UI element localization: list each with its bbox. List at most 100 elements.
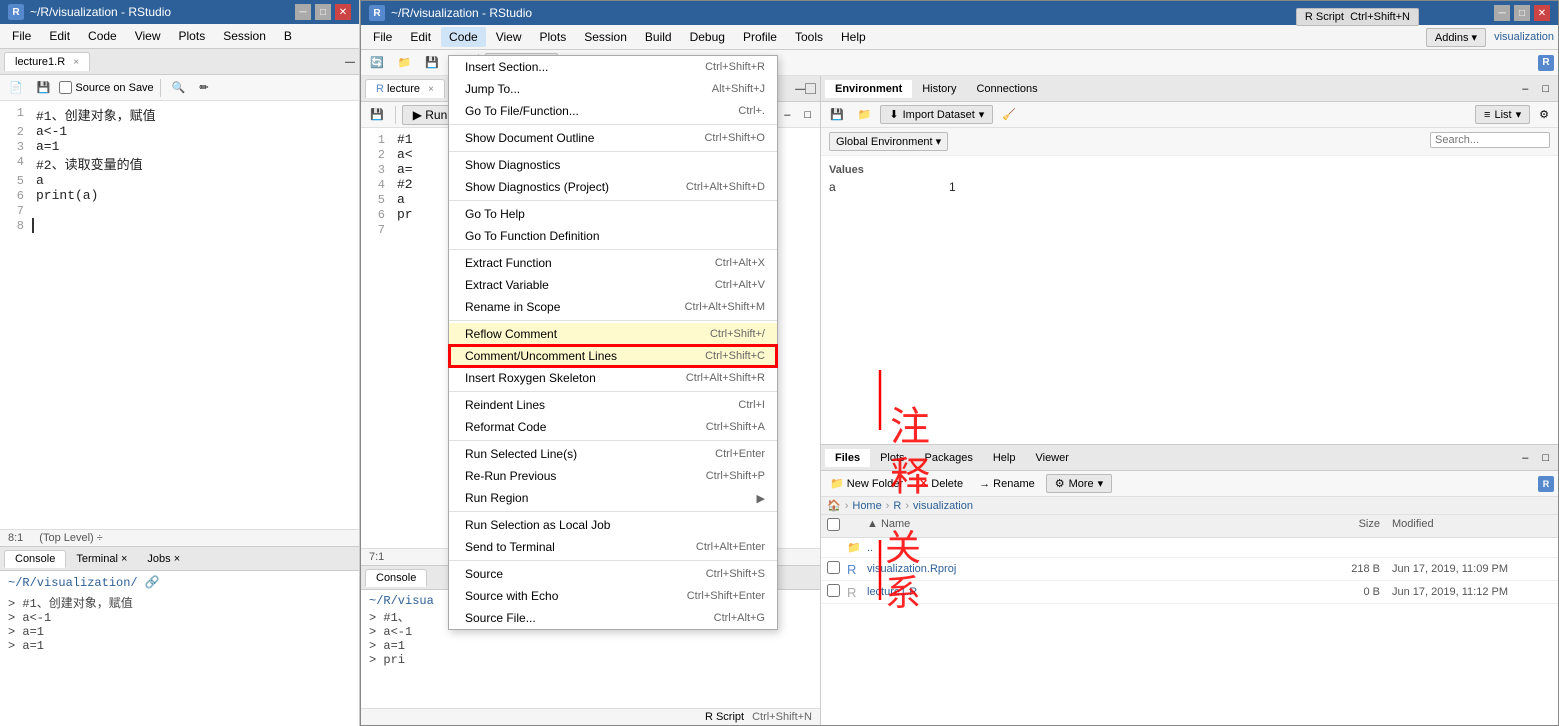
rproj-check[interactable] — [827, 561, 847, 577]
path-link-visualization[interactable]: visualization — [913, 500, 973, 512]
dd-run-region[interactable]: Run Region ▶ — [449, 487, 777, 509]
main-menu-code[interactable]: Code — [441, 27, 486, 47]
main-menu-debug[interactable]: Debug — [682, 27, 733, 47]
addins-button[interactable]: Addins ▾ — [1426, 28, 1486, 47]
global-env-dropdown[interactable]: Global Environment ▾ — [829, 132, 948, 151]
main-maximize-button[interactable]: □ — [1514, 5, 1530, 21]
dd-reformat-code[interactable]: Reformat Code Ctrl+Shift+A — [449, 416, 777, 438]
files-tab-help[interactable]: Help — [983, 449, 1026, 467]
main-editor-tab[interactable]: R lecture × — [365, 79, 445, 98]
env-minimize-btn[interactable]: – — [1517, 81, 1533, 97]
dd-insert-section[interactable]: Insert Section... Ctrl+Shift+R — [449, 56, 777, 78]
dd-source[interactable]: Source Ctrl+Shift+S — [449, 563, 777, 585]
edit-button[interactable]: ✏ — [194, 79, 213, 96]
console-tab-jobs[interactable]: Jobs × — [137, 551, 190, 567]
maximize-button[interactable]: □ — [315, 4, 331, 20]
more-btn[interactable]: ⚙ More ▾ — [1046, 474, 1112, 493]
rproj-name[interactable]: visualization.Rproj — [867, 563, 1312, 575]
new-file-button[interactable]: 🔄 — [365, 54, 389, 71]
menu-session[interactable]: Session — [215, 26, 274, 46]
dd-goto-help[interactable]: Go To Help — [449, 203, 777, 225]
files-minimize-btn[interactable]: – — [1517, 450, 1533, 466]
minimize-button[interactable]: ─ — [295, 4, 311, 20]
env-tab-environment[interactable]: Environment — [825, 80, 912, 98]
open-file-button[interactable]: 📁 — [393, 54, 417, 71]
lecture1-check[interactable] — [827, 584, 847, 600]
dd-run-local-job[interactable]: Run Selection as Local Job — [449, 514, 777, 536]
dd-rerun-prev[interactable]: Re-Run Previous Ctrl+Shift+P — [449, 465, 777, 487]
env-search-input[interactable] — [1430, 132, 1550, 148]
main-expand-btn[interactable]: □ — [805, 78, 816, 99]
dd-extract-variable[interactable]: Extract Variable Ctrl+Alt+V — [449, 274, 777, 296]
import-dataset-btn[interactable]: ⬇ Import Dataset ▾ — [880, 105, 993, 124]
console-body[interactable]: ~/R/visualization/ 🔗 > #1、创建对象，赋值 > a<-1… — [0, 571, 359, 726]
save-all-button[interactable]: 💾 — [420, 54, 444, 71]
path-link-home[interactable]: Home — [852, 500, 881, 512]
code-editor[interactable]: 1 #1、创建对象，赋值 2 a<-1 3 a=1 4 #2、读取变量的值 5 … — [0, 101, 359, 529]
dd-goto-file[interactable]: Go To File/Function... Ctrl+. — [449, 100, 777, 122]
menu-code[interactable]: Code — [80, 26, 125, 46]
dd-reindent[interactable]: Reindent Lines Ctrl+I — [449, 394, 777, 416]
env-load-btn[interactable]: 📁 — [853, 106, 877, 123]
dd-send-terminal[interactable]: Send to Terminal Ctrl+Alt+Enter — [449, 536, 777, 558]
file-row-back[interactable]: 📁 .. — [821, 538, 1558, 558]
delete-btn[interactable]: ✕ Delete — [914, 475, 968, 492]
dd-goto-function-def[interactable]: Go To Function Definition — [449, 225, 777, 247]
main-menu-plots[interactable]: Plots — [532, 27, 575, 47]
lecture1-name[interactable]: lecture1.R — [867, 586, 1312, 598]
main-console-tab[interactable]: Console — [365, 569, 427, 587]
main-close-button[interactable]: ✕ — [1534, 5, 1550, 21]
file-row-lecture1[interactable]: R lecture1.R 0 B Jun 17, 2019, 11:12 PM — [821, 581, 1558, 604]
main-menu-profile[interactable]: Profile — [735, 27, 785, 47]
env-expand-btn[interactable]: □ — [1537, 81, 1554, 97]
dd-show-outline[interactable]: Show Document Outline Ctrl+Shift+O — [449, 127, 777, 149]
back-name[interactable]: .. — [867, 542, 1312, 554]
dd-rename-scope[interactable]: Rename in Scope Ctrl+Alt+Shift+M — [449, 296, 777, 318]
rename-btn[interactable]: → Rename — [974, 476, 1040, 492]
main-menu-view[interactable]: View — [488, 27, 530, 47]
env-tab-connections[interactable]: Connections — [966, 80, 1047, 98]
console-tab-terminal[interactable]: Terminal × — [66, 551, 137, 567]
code-dropdown-menu[interactable]: Insert Section... Ctrl+Shift+R Jump To..… — [448, 55, 778, 630]
menu-edit[interactable]: Edit — [41, 26, 78, 46]
env-tab-history[interactable]: History — [912, 80, 966, 98]
dd-insert-roxygen[interactable]: Insert Roxygen Skeleton Ctrl+Alt+Shift+R — [449, 367, 777, 389]
dd-run-selected[interactable]: Run Selected Line(s) Ctrl+Enter — [449, 443, 777, 465]
panel-expand-btn[interactable]: □ — [799, 107, 816, 123]
rproj-checkbox[interactable] — [827, 561, 840, 574]
menu-file[interactable]: File — [4, 26, 39, 46]
new-doc-button[interactable]: 📄 — [4, 79, 28, 96]
dd-show-diagnostics-proj[interactable]: Show Diagnostics (Project) Ctrl+Alt+Shif… — [449, 176, 777, 198]
files-tab-packages[interactable]: Packages — [915, 449, 983, 467]
collapse-btn[interactable]: – — [345, 51, 355, 72]
dd-extract-function[interactable]: Extract Function Ctrl+Alt+X — [449, 252, 777, 274]
main-collapse-btn[interactable]: – — [795, 78, 805, 99]
file-row-rproj[interactable]: R visualization.Rproj 218 B Jun 17, 2019… — [821, 558, 1558, 581]
select-all-checkbox[interactable] — [827, 518, 840, 531]
path-link-r[interactable]: R — [893, 500, 901, 512]
dd-reflow-comment[interactable]: Reflow Comment Ctrl+Shift+/ — [449, 323, 777, 345]
main-menu-edit[interactable]: Edit — [402, 27, 439, 47]
main-menu-build[interactable]: Build — [637, 27, 680, 47]
main-menu-session[interactable]: Session — [576, 27, 635, 47]
editor-tab-lecture1[interactable]: lecture1.R × — [4, 52, 90, 71]
tab-close-icon[interactable]: × — [73, 57, 79, 68]
files-tab-viewer[interactable]: Viewer — [1025, 449, 1078, 467]
save-button[interactable]: 💾 — [32, 79, 56, 96]
env-save-btn[interactable]: 💾 — [825, 106, 849, 123]
lecture1-checkbox[interactable] — [827, 584, 840, 597]
list-view-btn[interactable]: ≡ List ▾ — [1475, 105, 1530, 124]
save-script-button[interactable]: 💾 — [365, 106, 389, 123]
menu-build-abbr[interactable]: B — [276, 26, 300, 46]
panel-minimize-btn[interactable]: – — [779, 107, 795, 123]
dd-show-diagnostics[interactable]: Show Diagnostics — [449, 154, 777, 176]
main-menu-file[interactable]: File — [365, 27, 400, 47]
search-button[interactable]: 🔍 — [167, 79, 191, 96]
dd-source-file[interactable]: Source File... Ctrl+Alt+G — [449, 607, 777, 629]
close-button[interactable]: ✕ — [335, 4, 351, 20]
env-settings-btn[interactable]: ⚙ — [1534, 106, 1554, 123]
menu-view[interactable]: View — [127, 26, 169, 46]
new-folder-btn[interactable]: 📁 New Folder — [825, 475, 908, 492]
files-tab-files[interactable]: Files — [825, 449, 870, 467]
dd-jump-to[interactable]: Jump To... Alt+Shift+J — [449, 78, 777, 100]
